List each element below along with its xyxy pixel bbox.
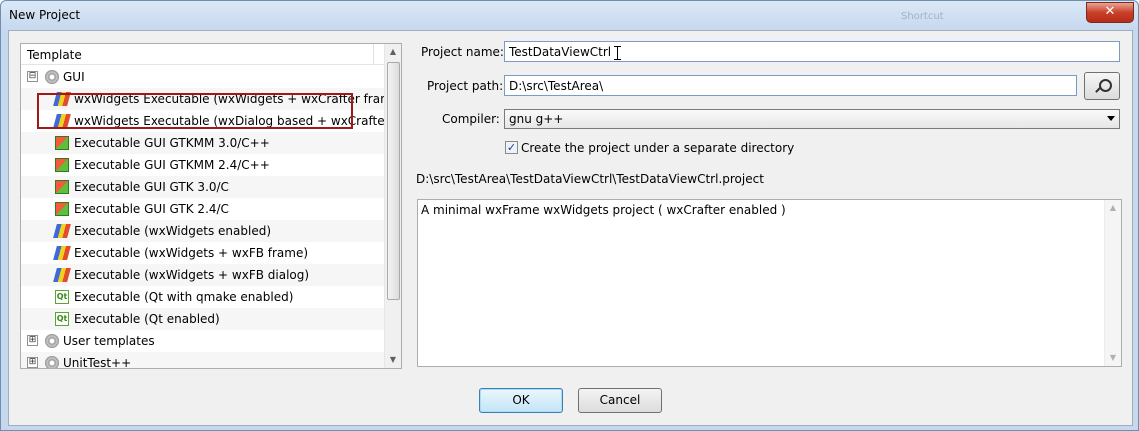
close-button[interactable]: ✕ bbox=[1086, 2, 1134, 23]
project-file-path: D:\src\TestArea\TestDataViewCtrl\TestDat… bbox=[416, 172, 764, 186]
compiler-selected-value: gnu g++ bbox=[509, 112, 564, 126]
project-name-input[interactable]: TestDataViewCtrl bbox=[504, 41, 1120, 62]
project-path-input[interactable]: D:\src\TestArea\ bbox=[504, 75, 1077, 96]
cube-icon bbox=[55, 136, 69, 150]
tree-item-template[interactable]: Qt Executable (Qt with qmake enabled) bbox=[21, 286, 385, 308]
tree-item-template[interactable]: Executable (wxWidgets + wxFB dialog) bbox=[21, 264, 385, 286]
compiler-select[interactable]: gnu g++ bbox=[504, 109, 1120, 129]
collapse-icon[interactable]: ⊟ bbox=[27, 71, 38, 82]
wxwidgets-icon bbox=[53, 224, 71, 238]
tree-item-label: Executable GUI GTKMM 3.0/C++ bbox=[74, 136, 270, 150]
wxwidgets-icon bbox=[53, 246, 71, 260]
text-cursor-icon bbox=[614, 46, 621, 60]
tree-item-unittest[interactable]: ⊞ UnitTest++ bbox=[21, 352, 385, 369]
tree-item-user-templates[interactable]: ⊞ User templates bbox=[21, 330, 385, 352]
gear-icon bbox=[45, 334, 59, 348]
window-title: New Project bbox=[9, 8, 81, 22]
selection-highlight-box bbox=[37, 93, 353, 129]
separate-directory-label[interactable]: Create the project under a separate dire… bbox=[521, 141, 794, 155]
tree-item-label: Executable GUI GTK 2.4/C bbox=[74, 202, 229, 216]
template-tree[interactable]: Template ⊟ GUI wxWidgets Executable (wxW… bbox=[20, 43, 402, 369]
dialog-body: Template ⊟ GUI wxWidgets Executable (wxW… bbox=[8, 30, 1133, 426]
search-icon bbox=[1099, 79, 1112, 92]
tree-item-label: Executable GUI GTKMM 2.4/C++ bbox=[74, 158, 270, 172]
ok-button[interactable]: OK bbox=[479, 388, 563, 413]
cube-icon bbox=[55, 202, 69, 216]
tree-item-template[interactable]: Executable GUI GTKMM 2.4/C++ bbox=[21, 154, 385, 176]
template-description-box[interactable]: A minimal wxFrame wxWidgets project ( wx… bbox=[417, 199, 1122, 367]
separate-directory-checkbox[interactable]: ✓ bbox=[505, 141, 518, 154]
scroll-up-icon[interactable]: ▲ bbox=[1105, 200, 1121, 216]
tree-item-label: Executable (wxWidgets + wxFB dialog) bbox=[74, 268, 310, 282]
tree-item-template[interactable]: Executable GUI GTK 3.0/C bbox=[21, 176, 385, 198]
wxwidgets-icon bbox=[53, 268, 71, 282]
tree-item-template[interactable]: Executable (wxWidgets + wxFB frame) bbox=[21, 242, 385, 264]
tree-item-label: Executable (wxWidgets + wxFB frame) bbox=[74, 246, 309, 260]
tree-item-label: Executable (Qt with qmake enabled) bbox=[74, 290, 294, 304]
project-name-label: Project name: bbox=[421, 45, 504, 59]
tree-scrollbar[interactable]: ▲ ▼ bbox=[384, 44, 401, 368]
gear-icon bbox=[45, 70, 59, 84]
background-window-text: Shortcut bbox=[901, 11, 944, 22]
cancel-button[interactable]: Cancel bbox=[578, 388, 662, 413]
tree-item-gui[interactable]: ⊟ GUI bbox=[21, 66, 385, 88]
scroll-up-icon[interactable]: ▲ bbox=[385, 44, 401, 60]
title-bar[interactable]: New Project Shortcut ✕ bbox=[1, 1, 1138, 29]
tree-item-template[interactable]: Executable GUI GTKMM 3.0/C++ bbox=[21, 132, 385, 154]
gear-icon bbox=[45, 356, 59, 368]
tree-item-label: Executable GUI GTK 3.0/C bbox=[74, 180, 229, 194]
qt-icon: Qt bbox=[55, 290, 69, 304]
browse-path-button[interactable] bbox=[1084, 72, 1120, 100]
new-project-dialog: New Project Shortcut ✕ Template ⊟ GUI wx… bbox=[0, 0, 1139, 431]
tree-header-label: Template bbox=[27, 48, 82, 62]
scrollbar-thumb[interactable] bbox=[387, 62, 400, 300]
project-path-label: Project path: bbox=[427, 79, 504, 93]
tree-item-template[interactable]: Executable (wxWidgets enabled) bbox=[21, 220, 385, 242]
description-scrollbar[interactable]: ▲ ▼ bbox=[1104, 200, 1121, 366]
chevron-down-icon[interactable] bbox=[1107, 116, 1115, 121]
scroll-down-icon[interactable]: ▼ bbox=[385, 352, 401, 368]
tree-item-label: UnitTest++ bbox=[63, 356, 132, 369]
tree-item-label: Executable (Qt enabled) bbox=[74, 312, 220, 326]
tree-column-header[interactable]: Template bbox=[21, 44, 385, 65]
expand-icon[interactable]: ⊞ bbox=[27, 335, 38, 346]
qt-icon: Qt bbox=[55, 312, 69, 326]
column-separator[interactable] bbox=[373, 44, 374, 64]
template-description: A minimal wxFrame wxWidgets project ( wx… bbox=[421, 203, 786, 217]
tree-item-template[interactable]: Qt Executable (Qt enabled) bbox=[21, 308, 385, 330]
tree-item-label: Executable (wxWidgets enabled) bbox=[74, 224, 272, 238]
tree-item-template[interactable]: Executable GUI GTK 2.4/C bbox=[21, 198, 385, 220]
cube-icon bbox=[55, 180, 69, 194]
tree-item-label: GUI bbox=[63, 70, 85, 84]
expand-icon[interactable]: ⊞ bbox=[27, 357, 38, 368]
scroll-down-icon[interactable]: ▼ bbox=[1105, 350, 1121, 366]
compiler-label: Compiler: bbox=[442, 112, 500, 126]
cube-icon bbox=[55, 158, 69, 172]
tree-item-label: User templates bbox=[63, 334, 155, 348]
